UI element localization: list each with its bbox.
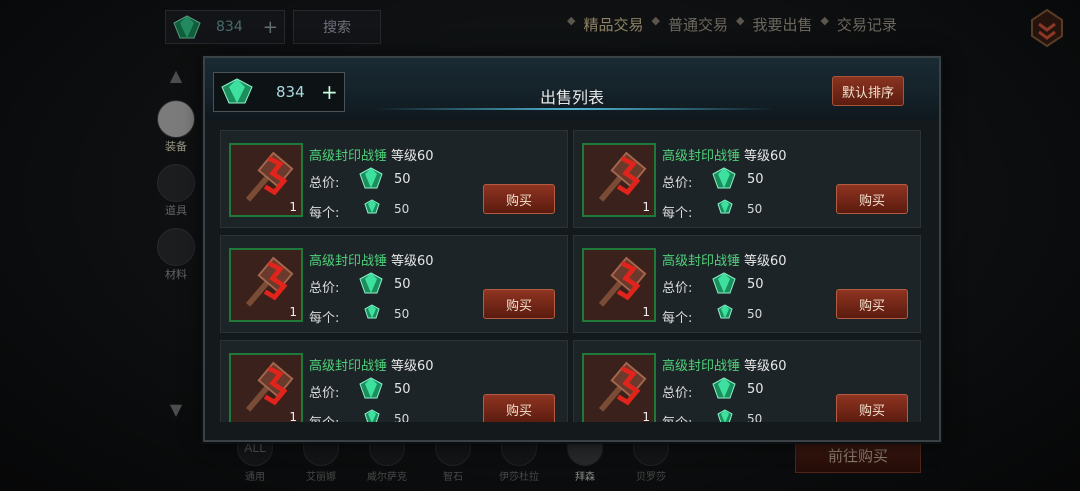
gem-icon (364, 304, 380, 319)
gem-icon (364, 409, 380, 422)
item-thumbnail[interactable]: 1 (582, 143, 656, 217)
unit-price-label: 每个: (662, 412, 692, 422)
unit-price-label: 每个: (309, 206, 340, 221)
total-price-label: 总价: (662, 386, 693, 401)
item-level: 等级60 (744, 359, 787, 374)
list-item: 1 高级封印战锤等级60 总价: 50 每个: 50 购买 (220, 235, 568, 333)
modal-gem-count: 834 (276, 83, 305, 101)
list-item: 1 高级封印战锤等级60 总价: 50 每个: 50 购买 (220, 340, 568, 422)
total-price-value: 50 (747, 172, 764, 187)
total-price-value: 50 (747, 277, 764, 292)
gem-icon (359, 167, 383, 189)
gem-icon (359, 272, 383, 294)
buy-button[interactable]: 购买 (836, 289, 908, 319)
total-price-label: 总价: (662, 281, 693, 296)
item-quantity: 1 (289, 200, 297, 214)
item-quantity: 1 (642, 410, 650, 422)
buy-button[interactable]: 购买 (483, 184, 555, 214)
gem-icon (221, 78, 253, 104)
gem-icon (359, 377, 383, 399)
gem-icon (712, 167, 736, 189)
gem-icon (717, 304, 733, 319)
header-glow (375, 108, 775, 110)
buy-button[interactable]: 购买 (836, 394, 908, 422)
item-quantity: 1 (289, 305, 297, 319)
item-level: 等级60 (744, 149, 787, 164)
total-price-value: 50 (747, 382, 764, 397)
modal-add-gem-button[interactable]: + (321, 80, 338, 104)
unit-price-value: 50 (394, 307, 410, 321)
item-level: 等级60 (744, 254, 787, 269)
item-thumbnail[interactable]: 1 (229, 353, 303, 422)
item-level: 等级60 (391, 254, 434, 269)
modal-currency-display: 834 + (213, 72, 345, 112)
unit-price-label: 每个: (662, 206, 693, 221)
total-price-value: 50 (394, 172, 411, 187)
list-item: 1 高级封印战锤等级60 总价: 50 每个: 50 购买 (573, 340, 921, 422)
total-price-label: 总价: (662, 176, 693, 191)
unit-price-value: 50 (394, 412, 410, 422)
item-name: 高级封印战锤 (309, 149, 388, 164)
unit-price-value: 50 (394, 202, 410, 216)
total-price-label: 总价: (309, 176, 340, 191)
item-quantity: 1 (289, 410, 297, 422)
list-item: 1 高级封印战锤等级60 总价: 50 每个: 50 购买 (573, 130, 921, 228)
buy-button[interactable]: 购买 (483, 394, 555, 422)
total-price-label: 总价: (309, 386, 340, 401)
unit-price-value: 50 (747, 307, 763, 321)
buy-button[interactable]: 购买 (836, 184, 908, 214)
unit-price-label: 每个: (662, 311, 693, 326)
item-name: 高级封印战锤 (662, 359, 741, 374)
gem-icon (364, 199, 380, 214)
item-name: 高级封印战锤 (662, 149, 741, 164)
default-sort-button[interactable]: 默认排序 (832, 76, 904, 106)
list-item: 1 高级封印战锤等级60 总价: 50 每个: 50 购买 (220, 130, 568, 228)
sell-list-modal: 出售列表 834 + 默认排序 1 高级封印战锤 等级60 总价: 50 每个: 50 购买 1… (203, 56, 941, 442)
item-thumbnail[interactable]: 1 (582, 248, 656, 322)
unit-price-label: 每个: (309, 412, 339, 422)
item-thumbnail[interactable]: 1 (582, 353, 656, 422)
unit-price-value: 50 (747, 412, 763, 422)
list-item: 1 高级封印战锤等级60 总价: 50 每个: 50 购买 (573, 235, 921, 333)
gem-icon (717, 199, 733, 214)
item-name: 高级封印战锤 (309, 359, 388, 374)
sell-item-list[interactable]: 1 高级封印战锤 等级60 总价: 50 每个: 50 购买 1 高级封印战锤 等级60 总价: 50 每… (220, 130, 925, 422)
gem-icon (717, 409, 733, 422)
item-name: 高级封印战锤 (662, 254, 741, 269)
buy-button[interactable]: 购买 (483, 289, 555, 319)
item-quantity: 1 (642, 200, 650, 214)
total-price-value: 50 (394, 277, 411, 292)
total-price-value: 50 (394, 382, 411, 397)
item-quantity: 1 (642, 305, 650, 319)
item-level: 等级60 (391, 359, 434, 374)
total-price-label: 总价: (309, 281, 340, 296)
item-thumbnail[interactable]: 1 (229, 143, 303, 217)
unit-price-label: 每个: (309, 311, 340, 326)
gem-icon (712, 377, 736, 399)
item-name: 高级封印战锤 (309, 254, 388, 269)
unit-price-value: 50 (747, 202, 763, 216)
item-level: 等级60 (391, 149, 434, 164)
gem-icon (712, 272, 736, 294)
item-thumbnail[interactable]: 1 (229, 248, 303, 322)
